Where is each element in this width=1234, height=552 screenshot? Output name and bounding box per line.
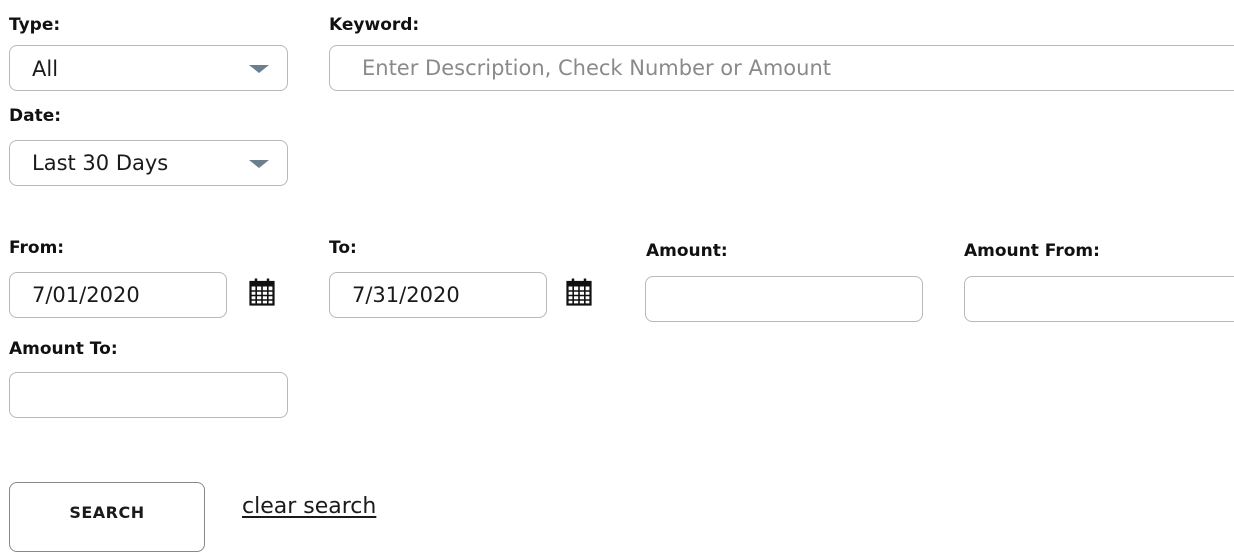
chevron-down-icon bbox=[249, 160, 269, 168]
amount-label: Amount: bbox=[646, 241, 728, 261]
type-select[interactable]: All bbox=[9, 45, 288, 91]
type-selected-value: All bbox=[32, 57, 59, 81]
date-label: Date: bbox=[9, 106, 62, 126]
to-date-input[interactable]: 7/31/2020 bbox=[329, 272, 547, 318]
amount-from-input[interactable] bbox=[964, 276, 1234, 322]
from-date-input[interactable]: 7/01/2020 bbox=[9, 272, 227, 318]
keyword-placeholder: Enter Description, Check Number or Amoun… bbox=[362, 56, 831, 80]
date-selected-value: Last 30 Days bbox=[32, 151, 169, 175]
from-label: From: bbox=[9, 238, 65, 258]
amount-to-input[interactable] bbox=[9, 372, 288, 418]
amount-from-label: Amount From: bbox=[964, 241, 1100, 261]
chevron-down-icon bbox=[249, 65, 269, 73]
type-label: Type: bbox=[9, 15, 61, 35]
keyword-input[interactable]: Enter Description, Check Number or Amoun… bbox=[329, 45, 1234, 91]
clear-search-link[interactable]: clear search bbox=[242, 494, 376, 519]
calendar-icon[interactable] bbox=[249, 278, 275, 306]
to-date-value: 7/31/2020 bbox=[352, 283, 460, 307]
calendar-icon[interactable] bbox=[566, 278, 592, 306]
amount-to-label: Amount To: bbox=[9, 339, 118, 359]
from-date-value: 7/01/2020 bbox=[32, 283, 140, 307]
keyword-label: Keyword: bbox=[329, 15, 420, 35]
amount-input[interactable] bbox=[645, 276, 923, 322]
search-button[interactable]: SEARCH bbox=[9, 482, 205, 552]
to-label: To: bbox=[329, 238, 357, 258]
date-select[interactable]: Last 30 Days bbox=[9, 140, 288, 186]
